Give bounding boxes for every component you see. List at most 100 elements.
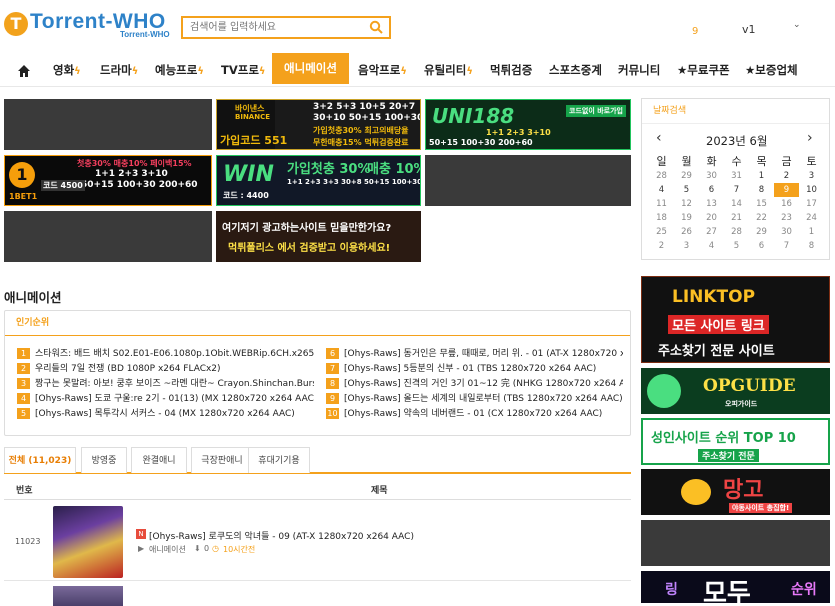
popular-item[interactable]: 5 [Ohys-Raws] 목투각시 서커스 - 04 (MX 1280x720 … [17, 407, 314, 421]
side-banner-linktop[interactable]: LINKTOP 모든 사이트 링크 주소찾기 전문 사이트 [641, 276, 830, 363]
calendar-day[interactable]: 3 [799, 169, 824, 183]
win-line: 1+1 2+3 3+3 30+8 50+15 100+30 [287, 178, 421, 186]
calendar-day[interactable]: 12 [674, 197, 699, 211]
notification-badge[interactable]: 9 [692, 26, 698, 37]
nav-item-movie[interactable]: 영화ϟ [53, 53, 81, 87]
nav-item-coupon[interactable]: ★무료쿠폰 [677, 53, 730, 87]
nav-item-community[interactable]: 커뮤니티 [618, 53, 660, 87]
side-banner-top10[interactable]: 성인사이트 순위 TOP 10 주소찾기 전문 [641, 418, 830, 465]
calendar-day[interactable]: 7 [724, 183, 749, 197]
nav-item-verify[interactable]: 먹튀검증 [490, 53, 532, 87]
popular-item[interactable]: 7 [Ohys-Raws] 5등분의 신부 - 01 (TBS 1280x720 … [326, 362, 623, 376]
nav-item-tv[interactable]: TV프로ϟ [221, 53, 266, 87]
popular-item[interactable]: 10 [Ohys-Raws] 약속의 네버랜드 - 01 (CX 1280x720… [326, 407, 623, 421]
popular-item[interactable]: 2 우리들의 7일 전쟁 (BD 1080P x264 FLACx2) [17, 362, 314, 376]
rank-badge: 5 [17, 408, 30, 419]
calendar-day[interactable]: 28 [649, 169, 674, 183]
popular-item[interactable]: 1 스타워즈: 배드 배치 S02.E01-E06.1080p.1Obit.WEB… [17, 347, 314, 361]
calendar-day[interactable]: 15 [749, 197, 774, 211]
nav-item-animation[interactable]: 애니메이션 [272, 53, 349, 84]
calendar-day[interactable]: 27 [699, 225, 724, 239]
nav-item-guarantee[interactable]: ★보증업체 [745, 53, 798, 87]
calendar-day[interactable]: 30 [699, 169, 724, 183]
calendar-day[interactable]: 13 [699, 197, 724, 211]
calendar-day[interactable]: 20 [699, 211, 724, 225]
nav-item-sports[interactable]: 스포츠중계 [549, 53, 602, 87]
rank-badge: 3 [17, 378, 30, 389]
popular-item[interactable]: 4 [Ohys-Raws] 도쿄 구울:re 2기 - 01(13) (MX 12… [17, 392, 314, 406]
tab-movie[interactable]: 극장판애니 [191, 447, 253, 473]
chevron-right-icon[interactable]: › [807, 130, 813, 146]
nav-item-music[interactable]: 음악프로ϟ [358, 53, 407, 87]
thumbnail[interactable] [53, 586, 123, 606]
calendar-day[interactable]: 6 [749, 239, 774, 253]
calendar-day[interactable]: 26 [674, 225, 699, 239]
calendar-day-today[interactable]: 9 [774, 183, 799, 197]
popular-item[interactable]: 3 짱구는 못말려: 아보! 쿵후 보이즈 ~라멘 대란~ Crayon.Shin… [17, 377, 314, 391]
banner-empty[interactable] [425, 155, 631, 206]
version-label[interactable]: v1 [742, 23, 756, 36]
side-banner-mango[interactable]: 망고 야동사이트 총집합! [641, 469, 830, 515]
nav-item-utility[interactable]: 유틸리티ϟ [424, 53, 473, 87]
calendar-day[interactable]: 8 [749, 183, 774, 197]
calendar-day[interactable]: 31 [724, 169, 749, 183]
banner-uni188[interactable]: UNI188 코드없이 바로가입 1+1 2+3 3+10 50+15 100+… [425, 99, 631, 150]
calendar-day[interactable]: 29 [674, 169, 699, 183]
calendar-day[interactable]: 29 [749, 225, 774, 239]
side-banner-opguide[interactable]: OPGUIDE 오피가이드 [641, 368, 830, 414]
calendar-day[interactable]: 16 [774, 197, 799, 211]
calendar-day[interactable]: 23 [774, 211, 799, 225]
table-row[interactable]: 11023 N [Ohys-Raws] 로쿠도의 악녀들 - 09 (AT-X … [4, 502, 631, 581]
calendar-day[interactable]: 2 [649, 239, 674, 253]
search-icon[interactable] [369, 20, 383, 34]
chevron-left-icon[interactable]: ‹ [656, 130, 662, 146]
tab-airing[interactable]: 방영중 [81, 447, 127, 473]
calendar-day[interactable]: 18 [649, 211, 674, 225]
table-row[interactable] [4, 582, 631, 606]
calendar-day[interactable]: 25 [649, 225, 674, 239]
tab-mobile[interactable]: 휴대기기용 [248, 447, 310, 473]
calendar-day[interactable]: 14 [724, 197, 749, 211]
calendar-day[interactable]: 2 [774, 169, 799, 183]
calendar-day[interactable]: 3 [674, 239, 699, 253]
side-banner-mode[interactable]: 링 모두 순위 [641, 571, 830, 603]
banner-ad[interactable]: 여기저기 광고하는사이트 믿을만한가요? 먹튀폴리스 에서 검증받고 이용하세요… [216, 211, 421, 262]
calendar-day[interactable]: 17 [799, 197, 824, 211]
calendar-day[interactable]: 19 [674, 211, 699, 225]
popular-item[interactable]: 9 [Ohys-Raws] 올드는 세계의 내일로부터 (TBS 1280x720… [326, 392, 623, 406]
side-banner-empty[interactable] [641, 520, 830, 566]
calendar-day[interactable]: 1 [799, 225, 824, 239]
banner-binance[interactable]: 바이낸스 BINANCE 가입코드 551 3+2 5+3 10+5 20+7 … [216, 99, 421, 150]
home-icon[interactable] [17, 53, 31, 87]
calendar-day[interactable]: 8 [799, 239, 824, 253]
tab-completed[interactable]: 완결애니 [131, 447, 187, 473]
calendar-day[interactable]: 7 [774, 239, 799, 253]
tab-all[interactable]: 전체 (11,023) [4, 447, 76, 473]
popular-item[interactable]: 6 [Ohys-Raws] 동거인은 무릎, 때때로, 머리 위. - 01 (A… [326, 347, 623, 361]
popular-item[interactable]: 8 [Ohys-Raws] 진격의 거인 3기 01~12 完 (NHKG 128… [326, 377, 623, 391]
calendar-day[interactable]: 5 [674, 183, 699, 197]
calendar-day[interactable]: 21 [724, 211, 749, 225]
banner-win[interactable]: WIN 코드 : 4400 가입첫충 30% 매충 10% 1+1 2+3 3+… [216, 155, 421, 206]
chevron-down-icon[interactable]: ⌄ [793, 20, 801, 30]
nav-item-variety[interactable]: 예능프로ϟ [155, 53, 204, 87]
banner-1bet1[interactable]: 1 1BET1 첫충30% 매충10% 페이백15% 1+1 2+3 3+10 … [4, 155, 212, 206]
calendar-day[interactable]: 22 [749, 211, 774, 225]
calendar-day[interactable]: 10 [799, 183, 824, 197]
calendar-day[interactable]: 30 [774, 225, 799, 239]
calendar-day[interactable]: 4 [649, 183, 674, 197]
calendar-day[interactable]: 4 [699, 239, 724, 253]
search-input[interactable] [183, 18, 363, 37]
calendar-day[interactable]: 24 [799, 211, 824, 225]
thumbnail[interactable] [53, 506, 123, 578]
banner-empty[interactable] [4, 99, 212, 150]
calendar-day[interactable]: 5 [724, 239, 749, 253]
banner-empty[interactable] [4, 211, 212, 262]
nav-item-drama[interactable]: 드라마ϟ [100, 53, 138, 87]
site-logo[interactable]: T Torrent-WHO Torrent-WHO [4, 10, 174, 42]
calendar-day[interactable]: 1 [749, 169, 774, 183]
calendar-day[interactable]: 11 [649, 197, 674, 211]
calendar-day[interactable]: 6 [699, 183, 724, 197]
calendar-day[interactable]: 28 [724, 225, 749, 239]
row-title[interactable]: [Ohys-Raws] 로쿠도의 악녀들 - 09 (AT-X 1280x720… [149, 529, 414, 542]
